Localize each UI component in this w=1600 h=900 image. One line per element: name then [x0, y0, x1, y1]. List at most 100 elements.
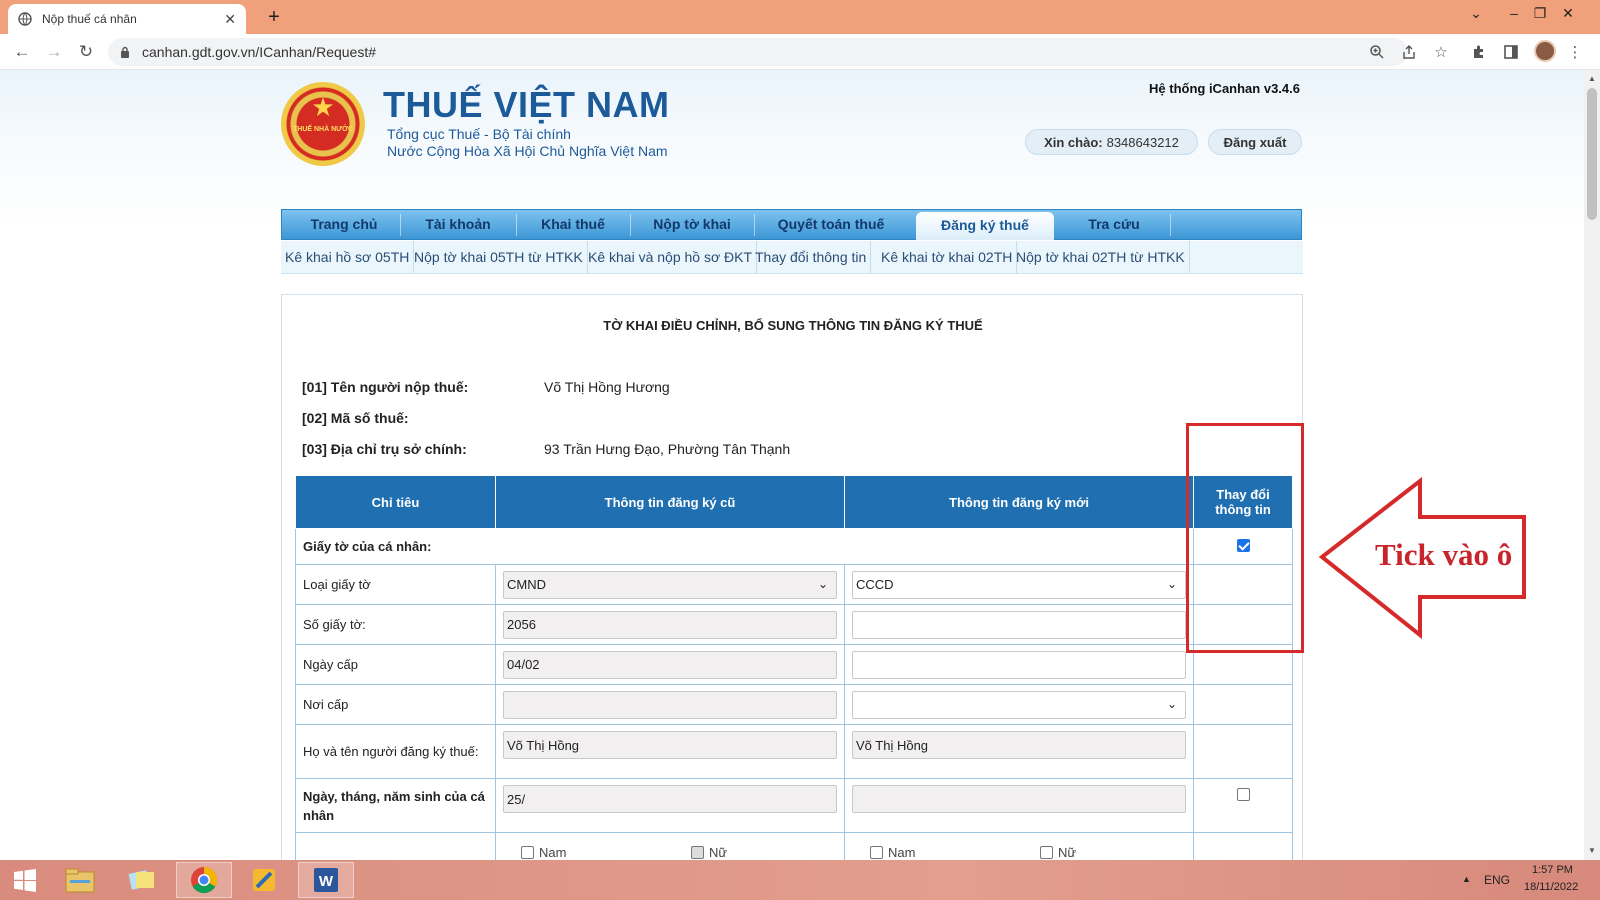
tray-chevron-icon[interactable]: ▲: [1462, 874, 1471, 884]
greeting-badge: Xin chào: 8348643212: [1025, 129, 1198, 155]
old-cell: Võ Thị Hồng: [495, 724, 845, 779]
old-doc-number-field[interactable]: 2056: [503, 610, 837, 639]
submenu-item-05th-declare[interactable]: Kê khai hồ sơ 05TH: [281, 241, 415, 273]
back-icon[interactable]: ←: [11, 41, 33, 63]
new-male-checkbox[interactable]: [870, 846, 883, 859]
new-female-label: Nữ: [1058, 845, 1077, 860]
share-icon[interactable]: [1400, 43, 1418, 61]
chrome-icon: [191, 866, 218, 894]
new-female-checkbox[interactable]: [1040, 846, 1053, 859]
menu-item-account[interactable]: Tài khoản: [402, 210, 514, 239]
column-header-old-info: Thông tin đăng ký cũ: [495, 475, 845, 529]
old-full-name-field[interactable]: Võ Thị Hồng: [503, 731, 837, 759]
restore-icon[interactable]: ❐: [1528, 2, 1552, 24]
column-header-criteria: Chỉ tiêu: [295, 475, 496, 529]
language-indicator[interactable]: ENG: [1484, 873, 1510, 887]
submenu-item-05th-submit[interactable]: Nộp tờ khai 05TH từ HTKK: [410, 241, 588, 273]
menu-divider: [1170, 214, 1171, 236]
word-icon: W: [314, 868, 338, 892]
reload-icon[interactable]: ↻: [75, 41, 97, 63]
new-doc-type-select[interactable]: CCCD ⌄: [852, 570, 1186, 599]
page-viewport: ★ THUẾ NHÀ NƯỚC THUẾ VIỆT NAM Tổng cục T…: [0, 70, 1584, 860]
old-gender-female-option[interactable]: Nữ: [691, 845, 727, 860]
old-doc-type-value: CMND: [507, 577, 546, 592]
old-female-checkbox[interactable]: [691, 846, 704, 859]
old-gender-male-option[interactable]: Nam: [521, 845, 691, 860]
submenu-item-02th-declare[interactable]: Kê khai tờ khai 02TH: [877, 241, 1018, 273]
bookmark-star-icon[interactable]: ☆: [1432, 43, 1450, 61]
old-doc-type-select[interactable]: CMND ⌄: [503, 570, 837, 599]
minimize-icon[interactable]: –: [1502, 2, 1526, 24]
new-birth-date-field[interactable]: [852, 785, 1186, 813]
menu-kebab-icon[interactable]: ⋮: [1566, 43, 1584, 61]
menu-item-tax-settlement[interactable]: Quyết toán thuế: [756, 210, 906, 239]
table-row: Ngày cấp 04/02: [295, 644, 1293, 685]
column-header-new-info: Thông tin đăng ký mới: [844, 475, 1194, 529]
new-tab-button[interactable]: +: [262, 4, 286, 30]
forward-icon[interactable]: →: [43, 41, 65, 63]
browser-tabstrip: Nộp thuế cá nhân ✕ + ⌄ – ❐ ✕: [0, 0, 1600, 34]
menu-divider: [400, 214, 401, 236]
new-doc-number-field[interactable]: [852, 610, 1186, 639]
site-subtitle-1: Tổng cục Thuế - Bộ Tài chính: [387, 126, 571, 142]
page-scrollbar[interactable]: ▲ ▼: [1584, 70, 1600, 860]
menu-item-declare-tax[interactable]: Khai thuế: [518, 210, 628, 239]
chevron-down-icon: ⌄: [1166, 696, 1177, 711]
site-title: THUẾ VIỆT NAM: [383, 84, 670, 125]
tax-emblem-logo: ★ THUẾ NHÀ NƯỚC: [281, 82, 365, 166]
registration-table: Chỉ tiêu Thông tin đăng ký cũ Thông tin …: [295, 475, 1293, 860]
scroll-up-icon[interactable]: ▲: [1588, 74, 1596, 83]
full-name-label: Họ và tên người đăng ký thuế:: [295, 724, 496, 779]
submenu-item-change-info[interactable]: Thay đổi thông tin: [751, 241, 872, 273]
taskbar-chrome[interactable]: [176, 862, 232, 898]
logout-button[interactable]: Đăng xuất: [1208, 129, 1302, 155]
browser-tab[interactable]: Nộp thuế cá nhân ✕: [8, 4, 246, 34]
taskbar-file-explorer[interactable]: [52, 862, 108, 898]
extensions-icon[interactable]: [1470, 43, 1488, 61]
new-cell: [844, 778, 1194, 833]
table-row: Nam Nữ Nam Nữ: [295, 832, 1293, 860]
birth-date-label: Ngày, tháng, năm sinh của cá nhân: [295, 778, 496, 833]
taskbar-sticky-notes[interactable]: [114, 862, 170, 898]
old-male-checkbox[interactable]: [521, 846, 534, 859]
menu-item-tax-registration[interactable]: Đăng ký thuế: [916, 212, 1054, 240]
old-issue-date-field[interactable]: 04/02: [503, 650, 837, 679]
taskbar-word[interactable]: W: [298, 862, 354, 898]
profile-avatar[interactable]: [1534, 40, 1556, 62]
start-button[interactable]: [0, 862, 50, 898]
greeting-user: 8348643212: [1106, 134, 1179, 150]
menu-item-submit-declaration[interactable]: Nộp tờ khai: [632, 210, 752, 239]
change-cell: [1193, 684, 1293, 725]
clock-time[interactable]: 1:57 PM: [1532, 864, 1573, 876]
close-window-icon[interactable]: ✕: [1556, 2, 1580, 24]
close-tab-icon[interactable]: ✕: [224, 11, 236, 28]
change-cell: [1193, 724, 1293, 779]
taskbar-app-yellow[interactable]: [236, 862, 292, 898]
url-text: canhan.gdt.gov.vn/ICanhan/Request#: [142, 44, 377, 60]
birth-date-change-checkbox[interactable]: [1236, 788, 1250, 801]
menu-item-home[interactable]: Trang chủ: [290, 210, 398, 239]
zoom-icon[interactable]: [1368, 43, 1386, 61]
new-issue-date-field[interactable]: [852, 650, 1186, 679]
doc-number-label: Số giấy tờ:: [295, 604, 496, 645]
taxpayer-name-label: [01] Tên người nộp thuế:: [302, 379, 469, 395]
scrollbar-thumb[interactable]: [1587, 88, 1597, 220]
new-full-name-field[interactable]: Võ Thị Hồng: [852, 731, 1186, 759]
new-gender-female-option[interactable]: Nữ: [1040, 845, 1076, 860]
address-value: 93 Trần Hưng Đạo, Phường Tân Thạnh: [544, 441, 791, 457]
address-bar[interactable]: canhan.gdt.gov.vn/ICanhan/Request#: [108, 38, 1408, 66]
submenu-item-02th-submit[interactable]: Nộp tờ khai 02TH từ HTKK: [1012, 241, 1190, 273]
old-issue-place-field[interactable]: [503, 690, 837, 719]
windows-logo-icon: [14, 869, 36, 892]
clock-date[interactable]: 18/11/2022: [1524, 881, 1578, 893]
old-birth-date-field[interactable]: 25/: [503, 785, 837, 813]
new-issue-place-select[interactable]: ⌄: [852, 690, 1186, 719]
submenu-item-dkt[interactable]: Kê khai và nộp hồ sơ ĐKT: [584, 241, 758, 273]
scroll-down-icon[interactable]: ▼: [1588, 846, 1596, 855]
side-panel-icon[interactable]: [1502, 43, 1520, 61]
taxpayer-name-value: Võ Thị Hồng Hương: [544, 379, 670, 395]
tab-search-icon[interactable]: ⌄: [1464, 2, 1488, 24]
new-gender-male-option[interactable]: Nam: [870, 845, 1040, 860]
menu-item-lookup[interactable]: Tra cứu: [1060, 210, 1168, 239]
highlight-box: [1186, 423, 1304, 653]
